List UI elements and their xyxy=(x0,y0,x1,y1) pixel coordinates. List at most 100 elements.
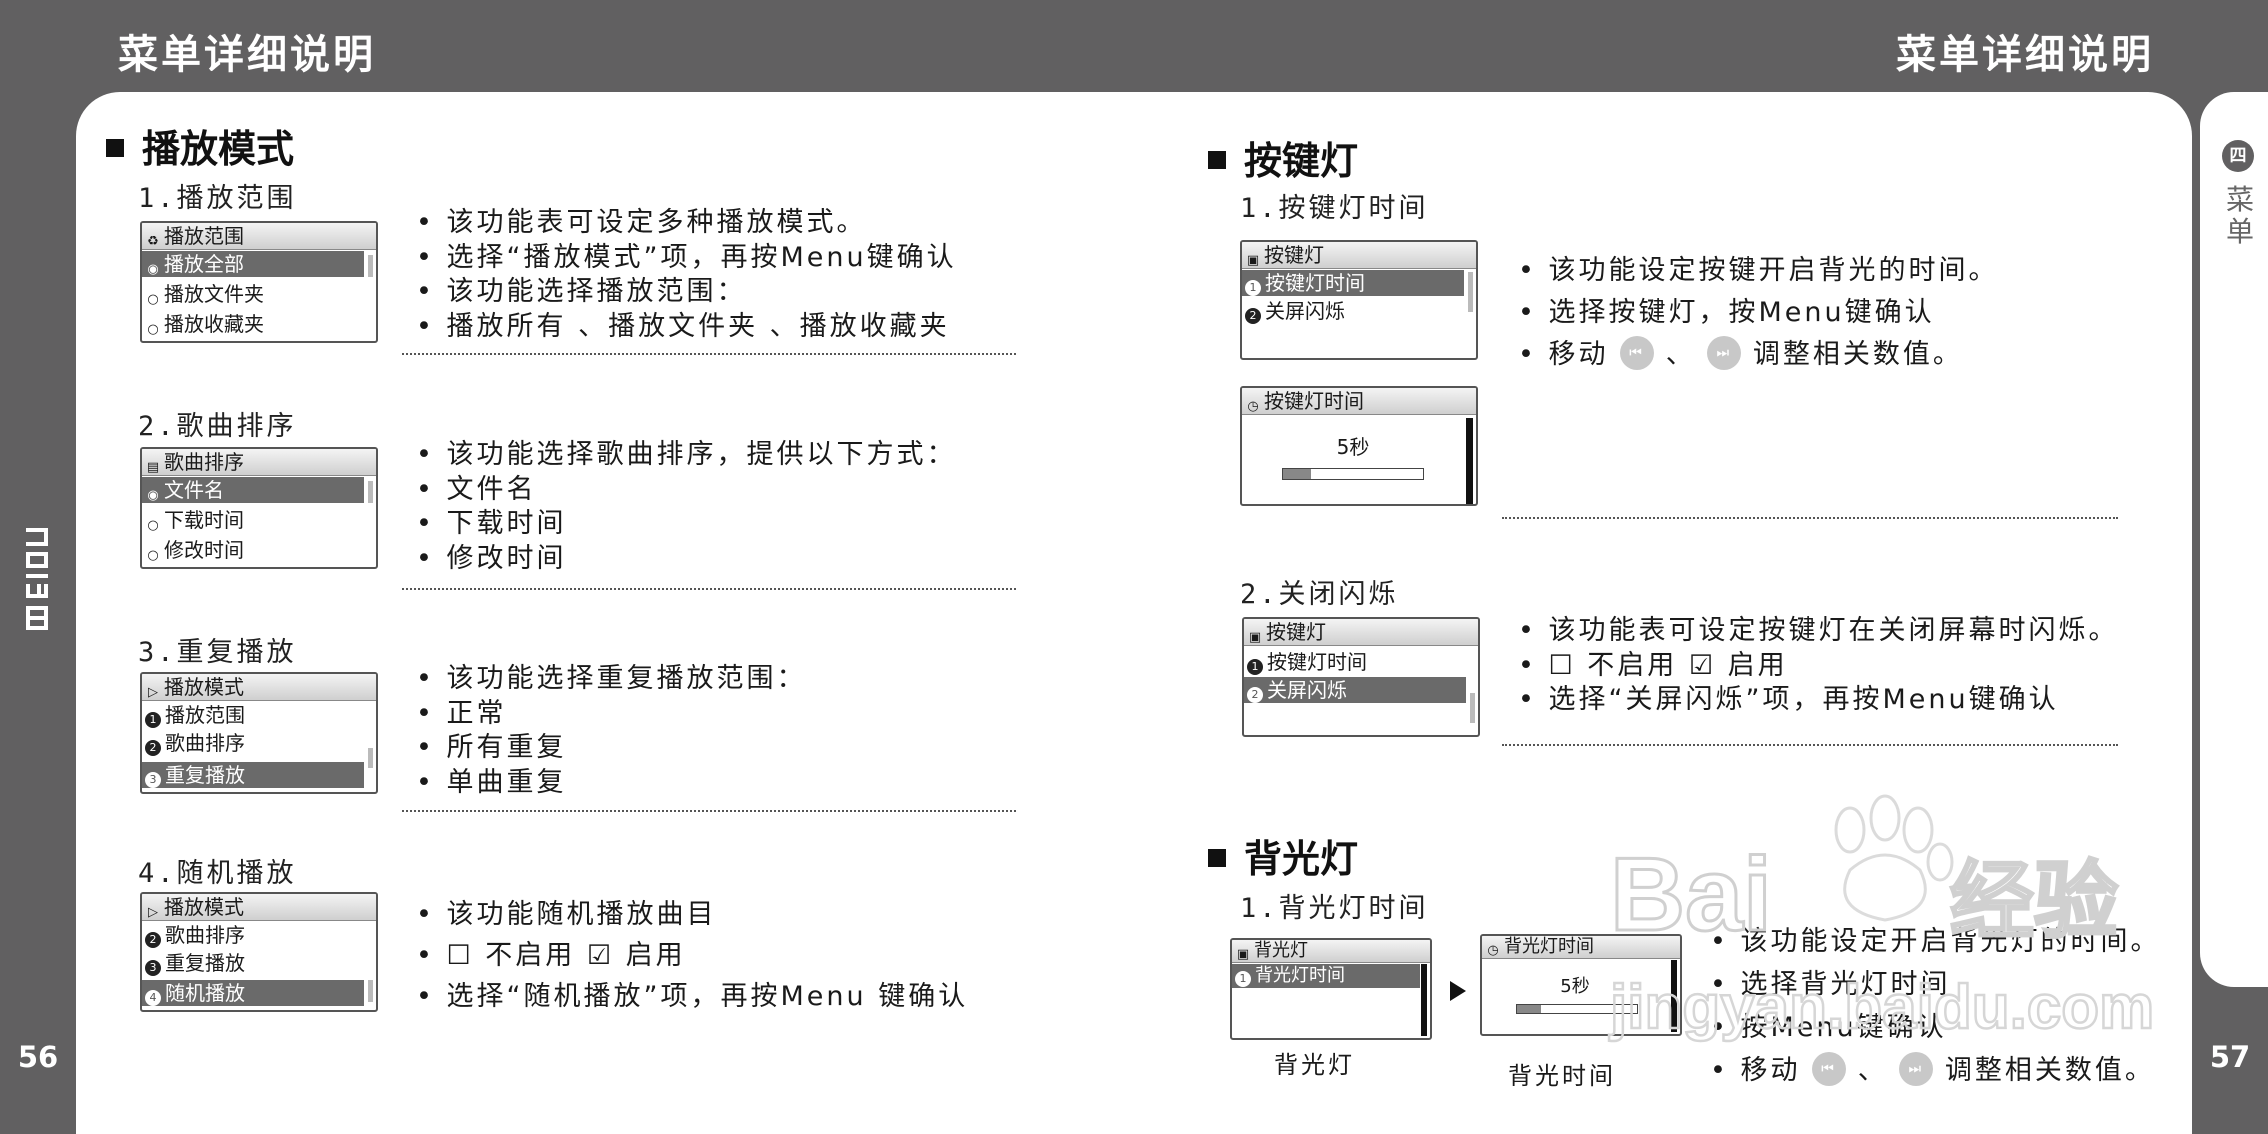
screen-title: ♻ 播放范围 xyxy=(142,223,376,250)
divider xyxy=(402,810,1016,812)
page-number-right: 57 xyxy=(2209,1040,2251,1074)
radio-icon: ○ xyxy=(147,548,159,563)
screen-title: ◷ 按键灯时间 xyxy=(1242,388,1476,415)
device-screen-play-range: ♻ 播放范围 ◉ 播放全部 ○ 播放文件夹 ○ 播放收藏夹 xyxy=(140,221,378,343)
scrollbar xyxy=(1470,693,1475,723)
list-icon: ▤ xyxy=(146,460,160,475)
subheading-repeat-play: 3.重复播放 xyxy=(138,637,297,668)
time-level-bar xyxy=(1516,1004,1638,1014)
previous-button-icon: ⏮ xyxy=(1812,1051,1847,1086)
previous-button-icon: ⏮ xyxy=(1620,335,1655,370)
scrollbar xyxy=(1421,964,1427,1036)
scrollbar xyxy=(368,748,373,768)
header-title-right: 菜单详细说明 xyxy=(1896,32,2154,78)
radio-selected-icon: ◉ xyxy=(147,488,159,503)
time-value: 5秒 xyxy=(1336,435,1370,459)
subheading-close-flash: 2.关闭闪烁 xyxy=(1240,579,1399,610)
screen-row: 1 按键灯时间 xyxy=(1247,649,1367,675)
screen-row: 2 关屏闪烁 xyxy=(1245,298,1345,324)
description-shuffle: • 该功能随机播放曲目 • ☐ 不启用 ☑ 启用 • 选择“随机播放”项，再按Men… xyxy=(416,899,969,1012)
device-screen-key-light: ▣ 按键灯 1 按键灯时间 2 关屏闪烁 xyxy=(1240,240,1478,360)
screen-row: 1 按键灯时间 xyxy=(1242,270,1464,296)
next-button-icon: ⏭ xyxy=(1899,1051,1934,1086)
screen-title: ▤ 歌曲排序 xyxy=(142,449,376,476)
device-screen-shuffle: ▷ 播放模式 2 歌曲排序 3 重复播放 4 随机播放 xyxy=(140,892,378,1012)
divider xyxy=(1502,517,2118,519)
screen-row: 2 歌曲排序 xyxy=(145,730,245,756)
description-backlight-time: • 该功能设定开启背光灯的时间。 • 选择背光灯时间 • 按Menu键确认 • … xyxy=(1710,926,2161,1086)
screen-row: 4 随机播放 xyxy=(142,980,364,1006)
caption-backlight-time: 背光时间 xyxy=(1508,1062,1616,1090)
screen-row: ○ 播放收藏夹 xyxy=(145,311,264,337)
description-song-sort: • 该功能选择歌曲排序，提供以下方式： • 文件名 • 下载时间 • 修改时间 xyxy=(416,439,957,574)
radio-icon: ○ xyxy=(147,322,159,337)
description-key-light-time: • 该功能设定按键开启背光的时间。 • 选择按键灯，按Menu键确认 • 移动 … xyxy=(1518,255,1999,370)
scrollbar xyxy=(1671,960,1677,1032)
scrollbar xyxy=(1466,418,1473,504)
description-repeat-play: • 该功能选择重复播放范围： • 正常 • 所有重复 • 单曲重复 xyxy=(416,663,807,798)
screen-row: ○ 播放文件夹 xyxy=(145,281,264,307)
screen-title: ◷ 背光灯时间 xyxy=(1482,936,1680,959)
subheading-shuffle: 4.随机播放 xyxy=(138,858,297,889)
chapter-tab: 四 菜单 xyxy=(2200,92,2268,987)
square-bullet-icon xyxy=(1208,848,1226,867)
square-bullet-icon xyxy=(1208,150,1226,169)
screen-row: 2 关屏闪烁 xyxy=(1244,677,1466,703)
play-icon: ▷ xyxy=(148,685,158,700)
description-close-flash: • 该功能表可设定按键灯在关闭屏幕时闪烁。 • ☐ 不启用 ☑ 启用 • 选择“关屏… xyxy=(1518,615,2119,715)
screen-row: 3 重复播放 xyxy=(142,762,364,788)
square-bullet-icon xyxy=(106,138,124,157)
section-title-key-light: 按键灯 xyxy=(1208,130,1358,185)
chapter-label: 菜单 xyxy=(2225,183,2254,248)
subheading-backlight-time: 1.背光灯时间 xyxy=(1240,893,1429,924)
chapter-number-badge: 四 xyxy=(2222,140,2254,172)
time-level-fill xyxy=(1517,1005,1541,1013)
screen-title: ▣ 按键灯 xyxy=(1242,242,1476,269)
arrow-right-icon xyxy=(1450,981,1466,1001)
screen-row: 1 背光灯时间 xyxy=(1232,964,1420,988)
radio-selected-icon: ◉ xyxy=(147,262,159,277)
meizu-logo xyxy=(26,528,48,630)
time-level-bar xyxy=(1282,468,1424,480)
scrollbar xyxy=(1468,272,1473,312)
description-play-range: • 该功能表可设定多种播放模式。 • 选择“播放模式”项，再按Menu键确认 • 该… xyxy=(416,207,957,342)
scrollbar xyxy=(368,481,373,503)
next-button-icon: ⏭ xyxy=(1707,335,1742,370)
subheading-play-range: 1.播放范围 xyxy=(138,183,297,214)
screen-row: 2 歌曲排序 xyxy=(145,922,245,948)
clock-icon: ◷ xyxy=(1487,943,1499,958)
screen-title: ▷ 播放模式 xyxy=(142,894,376,921)
radio-icon: ○ xyxy=(147,518,159,533)
scrollbar xyxy=(368,980,373,1002)
clock-icon: ◷ xyxy=(1247,399,1259,414)
screen-row: ○ 下载时间 xyxy=(145,507,244,533)
keypad-icon: ▣ xyxy=(1248,630,1262,645)
scrollbar xyxy=(368,255,373,277)
header-title-left: 菜单详细说明 xyxy=(118,32,376,78)
screen-row: 1 播放范围 xyxy=(145,702,245,728)
screen-row: ○ 修改时间 xyxy=(145,537,244,563)
screen-row: ◉ 播放全部 xyxy=(142,251,364,277)
screen-title: ▷ 播放模式 xyxy=(142,674,376,701)
device-screen-song-sort: ▤ 歌曲排序 ◉ 文件名 ○ 下载时间 ○ 修改时间 xyxy=(140,447,378,569)
screen-row: ◉ 文件名 xyxy=(142,477,364,503)
divider xyxy=(1502,744,2118,746)
screen-title: ▣ 背光灯 xyxy=(1232,940,1430,963)
device-screen-repeat-play: ▷ 播放模式 1 播放范围 2 歌曲排序 3 重复播放 xyxy=(140,672,378,794)
device-screen-backlight: ▣ 背光灯 1 背光灯时间 xyxy=(1230,938,1432,1040)
repeat-icon: ♻ xyxy=(147,234,159,249)
caption-backlight: 背光灯 xyxy=(1274,1051,1355,1079)
subheading-key-light-time: 1.按键灯时间 xyxy=(1240,193,1429,224)
section-title-backlight: 背光灯 xyxy=(1208,828,1358,883)
backlight-icon: ▣ xyxy=(1236,947,1250,962)
time-value: 5秒 xyxy=(1560,976,1590,997)
radio-icon: ○ xyxy=(147,292,159,307)
play-icon: ▷ xyxy=(148,905,158,920)
divider xyxy=(402,353,1016,355)
device-screen-key-light-time: ◷ 按键灯时间 5秒 xyxy=(1240,386,1478,506)
device-screen-close-flash: ▣ 按键灯 1 按键灯时间 2 关屏闪烁 xyxy=(1242,617,1480,737)
section-title-play-mode: 播放模式 xyxy=(106,118,294,173)
screen-title: ▣ 按键灯 xyxy=(1244,619,1478,646)
screen-row: 3 重复播放 xyxy=(145,950,245,976)
keypad-icon: ▣ xyxy=(1246,253,1260,268)
